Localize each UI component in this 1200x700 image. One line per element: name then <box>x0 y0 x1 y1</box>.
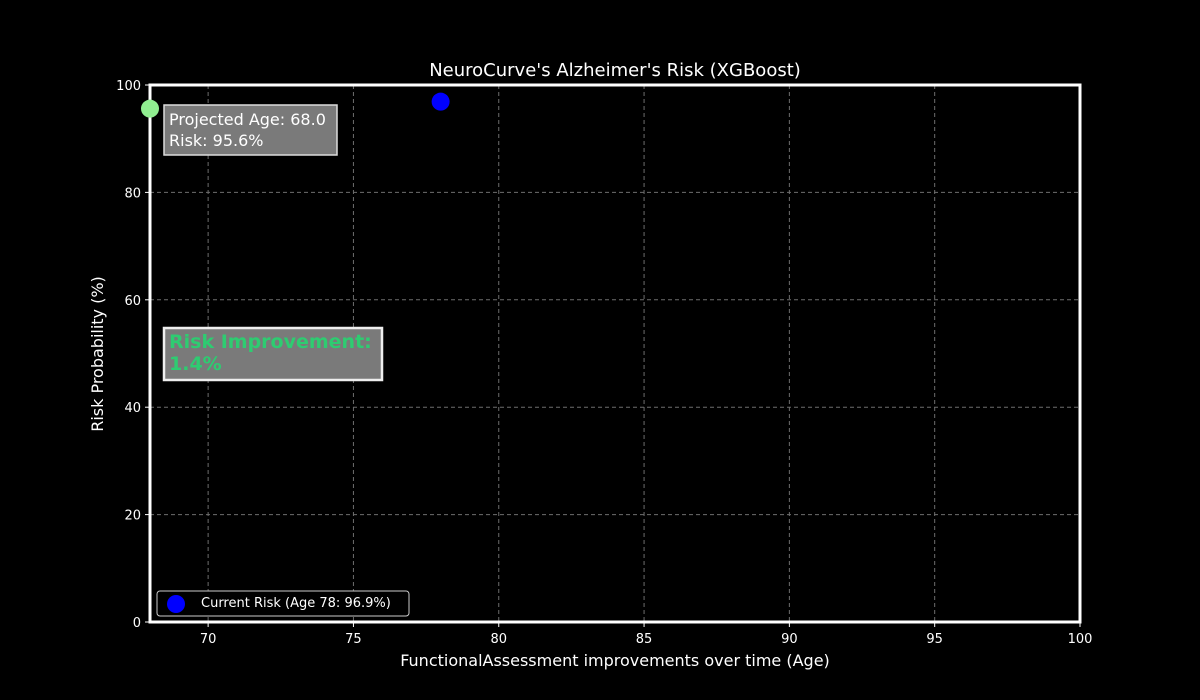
y-tick-label: 0 <box>133 616 141 631</box>
y-axis-title: Risk Probability (%) <box>88 276 107 432</box>
x-tick-label: 70 <box>200 632 217 647</box>
y-tick-label: 40 <box>124 401 141 416</box>
y-tick-label: 20 <box>124 509 141 524</box>
x-tick-label: 90 <box>781 632 798 647</box>
y-tick-label: 80 <box>124 186 141 201</box>
legend-marker-current-risk <box>167 595 185 613</box>
x-tick-label: 95 <box>926 632 943 647</box>
projected-risk-point <box>141 99 159 118</box>
improvement-title: Risk Improvement: <box>169 331 372 353</box>
x-tick-label: 100 <box>1068 632 1093 647</box>
projection-risk-label: Risk: 95.6% <box>169 131 263 150</box>
projection-annotation: Projected Age: 68.0 Risk: 95.6% <box>163 104 338 156</box>
x-axis-title: FunctionalAssessment improvements over t… <box>400 651 830 670</box>
improvement-annotation: Risk Improvement: 1.4% <box>162 326 384 382</box>
chart: 70 75 80 85 90 95 100 0 20 40 60 80 100 NeuroCurve's… <box>88 60 1093 670</box>
x-tick-label: 85 <box>636 632 653 647</box>
x-tick-label: 75 <box>345 632 362 647</box>
chart-title: NeuroCurve's Alzheimer's Risk (XGBoost) <box>429 60 801 81</box>
improvement-value: 1.4% <box>169 353 222 375</box>
y-tick-label: 100 <box>116 79 141 94</box>
projection-age-label: Projected Age: 68.0 <box>169 110 326 129</box>
y-tick-label: 60 <box>124 294 141 309</box>
current-risk-point <box>431 92 450 111</box>
x-tick-label: 80 <box>490 632 507 647</box>
legend: Current Risk (Age 78: 96.9%) <box>156 590 410 617</box>
legend-label-current-risk: Current Risk (Age 78: 96.9%) <box>201 596 391 611</box>
